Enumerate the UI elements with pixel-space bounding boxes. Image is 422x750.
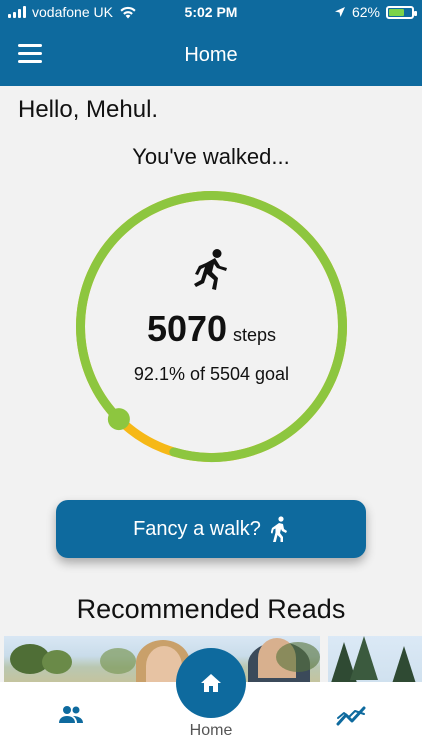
article-image-trees[interactable] [328, 636, 422, 686]
steps-unit: steps [233, 325, 277, 345]
fancy-a-walk-button[interactable]: Fancy a walk? [56, 500, 366, 558]
battery-percent: 62% [351, 4, 380, 20]
walked-label: You've walked... [132, 144, 290, 169]
trend-chart-icon[interactable] [336, 704, 366, 726]
page-title: Home [184, 44, 238, 66]
battery-icon [386, 5, 417, 19]
greeting-text: Hello, Mehul. [18, 96, 159, 123]
app-header: Home [0, 26, 422, 86]
status-right: 62% [334, 4, 417, 20]
steps-summary: 5070 steps 92.1% of 5504 goal [75, 190, 348, 463]
status-bar: vodafone UK 5:02 PM 62% [0, 0, 422, 26]
location-arrow-icon [334, 7, 345, 17]
home-button[interactable] [176, 648, 246, 718]
walk-button-label: Fancy a walk? [133, 517, 261, 540]
steps-row: 5070 steps [75, 308, 348, 350]
steps-count: 5070 [146, 308, 228, 349]
running-person-icon [193, 249, 227, 290]
people-icon[interactable] [57, 704, 85, 724]
article-image-couple[interactable] [4, 636, 320, 686]
home-icon [201, 674, 221, 692]
recommended-reads-heading: Recommended Reads [76, 594, 346, 624]
steps-goal-progress: 92.1% of 5504 goal [133, 364, 290, 384]
walking-person-icon [270, 516, 287, 542]
